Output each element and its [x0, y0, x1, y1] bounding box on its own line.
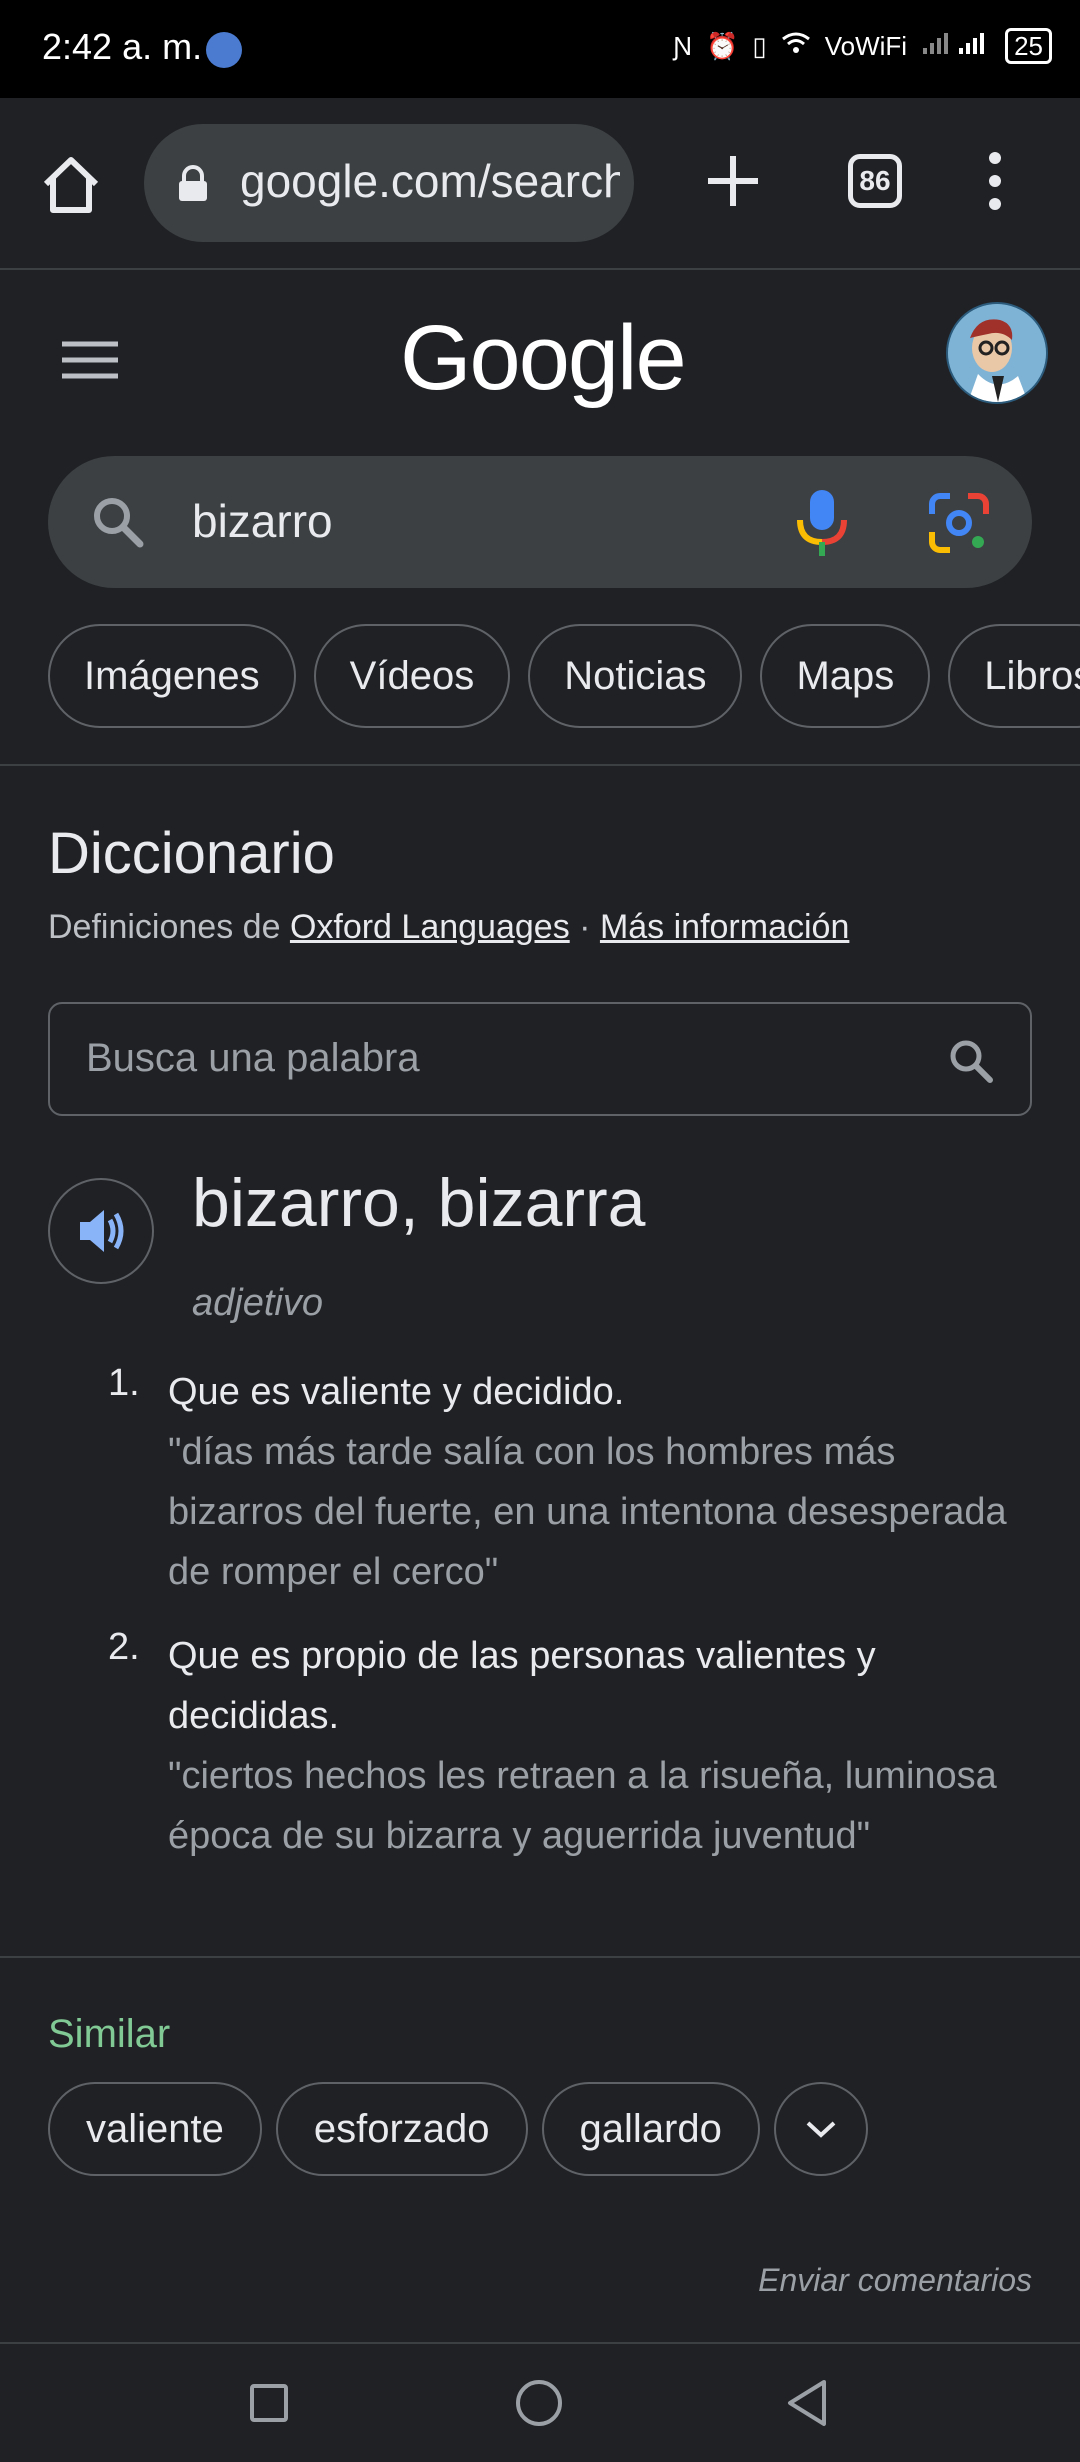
home-icon	[43, 157, 99, 213]
url-bar[interactable]: google.com/search?q=bizarro	[144, 124, 634, 242]
definition-text: Que es valiente y decidido.	[168, 1371, 625, 1413]
definition-item: Que es valiente y decidido. "días más ta…	[168, 1362, 1038, 1602]
new-tab-button[interactable]	[700, 148, 766, 214]
back-button[interactable]	[784, 2378, 830, 2428]
status-bar: 2:42 a. m. Ɲ ⏰ ▯ VoWiFi 25	[0, 0, 1080, 98]
alarm-icon: ⏰	[706, 30, 739, 61]
battery-indicator: 25	[1005, 28, 1052, 64]
oxford-languages-link[interactable]: Oxford Languages	[290, 908, 570, 946]
similar-words: valiente esforzado gallardo	[48, 2082, 868, 2176]
definition-example: "ciertos hechos les retraen a la risueña…	[168, 1755, 997, 1857]
nfc-icon: Ɲ	[673, 30, 693, 61]
chip-images[interactable]: Imágenes	[48, 624, 296, 728]
chip-books[interactable]: Libros	[948, 624, 1080, 728]
status-time: 2:42 a. m.	[42, 26, 203, 67]
google-lens-icon[interactable]	[928, 492, 990, 554]
lock-icon	[174, 164, 212, 202]
url-text: google.com/search?q=bizarro	[240, 155, 620, 207]
dictionary-source: Definiciones de Oxford Languages · Más i…	[48, 908, 849, 947]
search-input[interactable]: bizarro	[192, 494, 333, 548]
pronunciation-button[interactable]	[48, 1178, 154, 1284]
status-icons: Ɲ ⏰ ▯ VoWiFi 25	[673, 28, 1052, 64]
chip-videos[interactable]: Vídeos	[313, 624, 511, 728]
source-prefix: Definiciones de	[48, 908, 281, 946]
expand-similar-button[interactable]	[773, 2082, 868, 2176]
vowifi-label: VoWiFi	[824, 30, 908, 61]
similar-label: Similar	[48, 2012, 171, 2056]
definition-item: Que es propio de las personas valientes …	[168, 1626, 1038, 1866]
voice-search-icon[interactable]	[790, 488, 854, 558]
kebab-menu-icon	[989, 152, 1001, 210]
account-avatar[interactable]	[946, 302, 1048, 404]
google-logo[interactable]: Google	[400, 306, 687, 411]
definition-example: "días más tarde salía con los hombres má…	[168, 1431, 1007, 1593]
source-separator: ·	[579, 908, 591, 946]
more-info-link[interactable]: Más información	[600, 908, 849, 946]
chip-maps[interactable]: Maps	[760, 624, 931, 728]
system-nav-bar	[0, 2342, 1080, 2462]
more-options-button[interactable]	[980, 148, 1010, 214]
speaker-icon	[80, 1210, 124, 1252]
headword: bizarro, bizarra	[192, 1165, 646, 1241]
part-of-speech: adjetivo	[192, 1282, 323, 1324]
divider	[0, 764, 1080, 766]
search-filter-chips: Imágenes Vídeos Noticias Maps Libros	[48, 624, 1080, 728]
plus-icon	[708, 156, 758, 206]
vibrate-icon: ▯	[752, 30, 767, 61]
tab-switcher-button[interactable]: 86	[848, 154, 902, 208]
synonym-chip[interactable]: esforzado	[275, 2082, 528, 2176]
home-nav-button[interactable]	[516, 2380, 562, 2426]
synonym-chip[interactable]: gallardo	[541, 2082, 760, 2176]
recent-apps-button[interactable]	[250, 2384, 288, 2422]
send-feedback-link[interactable]: Enviar comentarios	[758, 2262, 1032, 2299]
wifi-icon	[781, 31, 811, 62]
search-box[interactable]: bizarro	[48, 456, 1032, 588]
definition-text: Que es propio de las personas valientes …	[168, 1635, 876, 1737]
chip-news[interactable]: Noticias	[528, 624, 743, 728]
word-search-placeholder: Busca una palabra	[86, 1036, 420, 1080]
synonym-chip[interactable]: valiente	[48, 2082, 262, 2176]
search-icon[interactable]	[946, 1036, 996, 1086]
search-icon	[90, 494, 146, 550]
home-button[interactable]	[36, 150, 106, 220]
dictionary-title: Diccionario	[48, 821, 335, 886]
word-search-field[interactable]: Busca una palabra	[48, 1002, 1032, 1116]
browser-toolbar: google.com/search?q=bizarro 86	[0, 98, 1080, 270]
hamburger-icon	[62, 341, 118, 379]
main-menu-button[interactable]	[60, 340, 120, 380]
divider	[0, 1956, 1080, 1958]
chevron-down-icon	[806, 2121, 836, 2138]
definition-number: 1.	[108, 1362, 140, 1404]
app-notification-icon	[206, 32, 242, 68]
back-icon	[788, 2380, 826, 2426]
definition-number: 2.	[108, 1626, 140, 1668]
signal-icon	[921, 30, 991, 63]
